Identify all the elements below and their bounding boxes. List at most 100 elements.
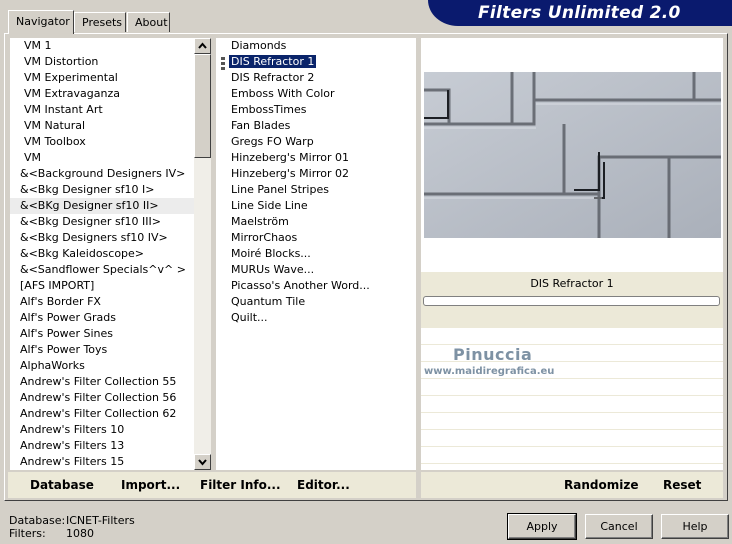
filter-item[interactable]: Line Panel Stripes (216, 182, 416, 198)
filter-item-label: Fan Blades (231, 119, 291, 132)
watermark-site: www.maidiregrafica.eu (424, 366, 555, 377)
filter-item-label: Line Panel Stripes (231, 183, 329, 196)
scroll-down-button[interactable] (194, 454, 211, 470)
apply-button[interactable]: Apply (507, 513, 577, 540)
category-item[interactable]: VM Distortion (10, 54, 194, 70)
category-item[interactable]: Andrew's Filters 10 (10, 422, 194, 438)
filter-item[interactable]: Moiré Blocks... (216, 246, 416, 262)
database-label: Database: (9, 514, 66, 527)
filter-item-label: MURUs Wave... (231, 263, 315, 276)
filter-item[interactable]: Line Side Line (216, 198, 416, 214)
import-button[interactable]: Import... (121, 478, 180, 492)
drag-grip-icon (221, 57, 225, 72)
filter-item[interactable]: Emboss With Color (216, 86, 416, 102)
category-item[interactable]: VM (10, 150, 194, 166)
editor-button[interactable]: Editor... (297, 478, 350, 492)
help-button[interactable]: Help (661, 514, 729, 539)
filter-item[interactable]: DIS Refractor 2 (216, 70, 416, 86)
category-item[interactable]: &<Bkg Designer sf10 III> (10, 214, 194, 230)
database-button[interactable]: Database (30, 478, 94, 492)
app-title: Filters Unlimited 2.0 (478, 3, 681, 23)
category-item[interactable]: [AFS IMPORT] (10, 278, 194, 294)
tab-about[interactable]: About (127, 12, 170, 32)
filter-item-label: EmbossTimes (231, 103, 307, 116)
category-item[interactable]: Andrew's Filter Collection 56 (10, 390, 194, 406)
filter-item-label: Hinzeberg's Mirror 01 (231, 151, 350, 164)
filter-item-label: Moiré Blocks... (231, 247, 311, 260)
filter-item-label: Hinzeberg's Mirror 02 (231, 167, 350, 180)
filter-item[interactable]: Hinzeberg's Mirror 01 (216, 150, 416, 166)
filter-item-label: Diamonds (231, 39, 287, 52)
filter-item-label: Gregs FO Warp (231, 135, 314, 148)
watermark-name: Pinuccia (453, 345, 533, 364)
filter-name-bar: DIS Refractor 1 (421, 272, 723, 328)
tab-label: Presets (82, 16, 123, 29)
filters-count: 1080 (66, 527, 94, 540)
category-item[interactable]: Alf's Power Toys (10, 342, 194, 358)
filter-item[interactable]: MirrorChaos (216, 230, 416, 246)
left-toolbar: Database Import... Filter Info... Editor… (8, 472, 416, 498)
filter-item[interactable]: MURUs Wave... (216, 262, 416, 278)
category-item[interactable]: VM Extravaganza (10, 86, 194, 102)
filter-list[interactable]: Diamonds DIS Refractor 1 DIS Refractor 2 Em… (216, 38, 416, 470)
filter-item[interactable]: Fan Blades (216, 118, 416, 134)
filter-item-label: DIS Refractor 1 (229, 55, 317, 68)
category-item[interactable]: VM 1 (10, 38, 194, 54)
category-item[interactable]: VM Toolbox (10, 134, 194, 150)
status-filters: Filters: 1080 (9, 527, 94, 540)
category-item[interactable]: Andrew's Filter Collection 55 (10, 374, 194, 390)
filter-item-label: Line Side Line (231, 199, 308, 212)
category-item[interactable]: &<Background Designers IV> (10, 166, 194, 182)
filter-info-button[interactable]: Filter Info... (200, 478, 281, 492)
category-item[interactable]: Alf's Border FX (10, 294, 194, 310)
right-toolbar: Randomize Reset (421, 472, 723, 498)
scroll-thumb[interactable] (194, 54, 211, 158)
filter-item[interactable]: Hinzeberg's Mirror 02 (216, 166, 416, 182)
filter-preview-image (424, 72, 721, 238)
filter-item[interactable]: Picasso's Another Word... (216, 278, 416, 294)
category-item[interactable]: VM Experimental (10, 70, 194, 86)
category-item[interactable]: &<Bkg Kaleidoscope> (10, 246, 194, 262)
category-list[interactable]: VM 1 VM Distortion VM Experimental VM Extra… (10, 38, 194, 470)
filter-item[interactable]: Quantum Tile (216, 294, 416, 310)
filter-item-label: Maelström (231, 215, 289, 228)
tab-presets[interactable]: Presets (74, 12, 126, 32)
category-item[interactable]: &<Bkg Designer sf10 I> (10, 182, 194, 198)
category-item[interactable]: VM Natural (10, 118, 194, 134)
progress-bar (423, 296, 720, 306)
filter-item[interactable]: EmbossTimes (216, 102, 416, 118)
category-item[interactable]: Alf's Power Sines (10, 326, 194, 342)
filter-item[interactable]: Maelström (216, 214, 416, 230)
category-item[interactable]: Andrew's Filters 13 (10, 438, 194, 454)
tab-label: Navigator (16, 15, 70, 28)
filter-item-label: Emboss With Color (231, 87, 335, 100)
preview-filter-name: DIS Refractor 1 (530, 277, 614, 290)
category-item[interactable]: Alf's Power Grads (10, 310, 194, 326)
category-item[interactable]: &<Bkg Designers sf10 IV> (10, 230, 194, 246)
category-item[interactable]: Andrew's Filters 15 (10, 454, 194, 470)
tab-label: About (135, 16, 168, 29)
category-item[interactable]: Andrew's Filter Collection 62 (10, 406, 194, 422)
filters-label: Filters: (9, 527, 46, 540)
filter-item[interactable]: DIS Refractor 1 (216, 54, 416, 70)
filter-item-label: Quilt... (231, 311, 268, 324)
cancel-button[interactable]: Cancel (585, 514, 653, 539)
category-item[interactable]: &<BKg Designer sf10 II> (10, 198, 194, 214)
filter-item-label: Quantum Tile (231, 295, 306, 308)
tab-navigator[interactable]: Navigator (8, 10, 74, 34)
category-item[interactable]: VM Instant Art (10, 102, 194, 118)
category-item[interactable]: AlphaWorks (10, 358, 194, 374)
app-title-banner: Filters Unlimited 2.0 (428, 0, 732, 26)
randomize-button[interactable]: Randomize (564, 478, 638, 492)
category-scrollbar[interactable] (194, 38, 211, 470)
filter-item[interactable]: Diamonds (216, 38, 416, 54)
scroll-up-button[interactable] (194, 38, 211, 54)
category-item[interactable]: &<Sandflower Specials^v^ > (10, 262, 194, 278)
filter-item[interactable]: Gregs FO Warp (216, 134, 416, 150)
filter-item-label: Picasso's Another Word... (231, 279, 370, 292)
reset-button[interactable]: Reset (663, 478, 701, 492)
filter-item-label: MirrorChaos (231, 231, 298, 244)
arrow-up-icon (198, 42, 207, 49)
arrow-down-icon (198, 459, 207, 466)
filter-item[interactable]: Quilt... (216, 310, 416, 326)
